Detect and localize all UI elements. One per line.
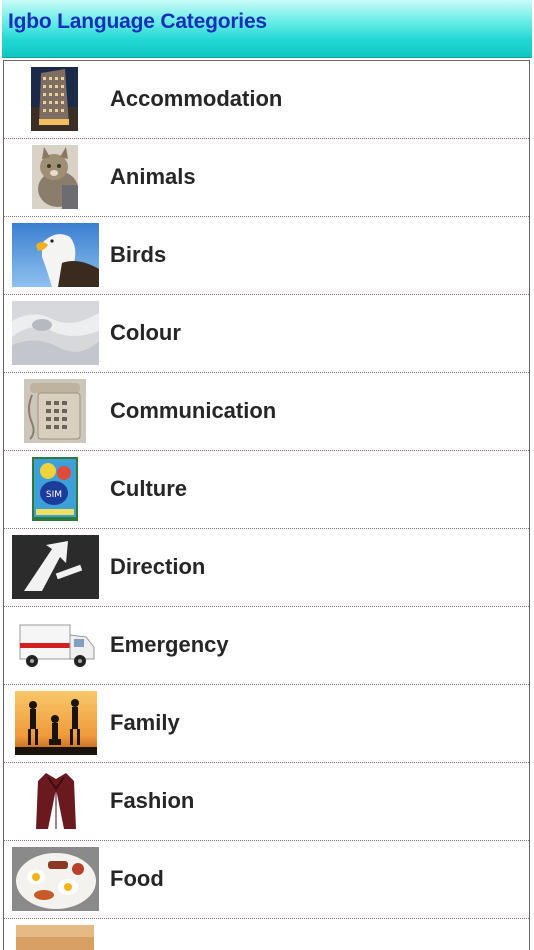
category-row-accommodation[interactable]: Accommodation bbox=[4, 61, 529, 139]
app-header: Igbo Language Categories bbox=[2, 0, 532, 58]
category-row-animals[interactable]: Animals bbox=[4, 139, 529, 217]
category-row-fashion[interactable]: Fashion bbox=[4, 763, 529, 841]
page-title: Igbo Language Categories bbox=[8, 10, 267, 33]
category-row-direction[interactable]: Direction bbox=[4, 529, 529, 607]
category-label: Colour bbox=[110, 320, 181, 345]
category-row-family[interactable]: Family bbox=[4, 685, 529, 763]
eagle-photo-icon bbox=[12, 223, 99, 287]
category-label: Emergency bbox=[110, 632, 229, 657]
category-row-emergency[interactable]: Emergency bbox=[4, 607, 529, 685]
category-row-communication[interactable]: Communication bbox=[4, 373, 529, 451]
category-label: Communication bbox=[110, 398, 277, 423]
breakfast-plate-photo-icon bbox=[12, 847, 99, 911]
svg-text:SIM: SIM bbox=[46, 490, 62, 500]
category-label: Food bbox=[110, 866, 164, 891]
category-label: Direction bbox=[110, 554, 206, 579]
category-row-colour[interactable]: Colour bbox=[4, 295, 529, 373]
category-row-partial[interactable] bbox=[4, 919, 529, 950]
ambulance-photo-icon bbox=[16, 613, 98, 677]
category-row-birds[interactable]: Birds bbox=[4, 217, 529, 295]
book-cover-photo-icon: SIM bbox=[32, 457, 78, 521]
category-label: Fashion bbox=[110, 788, 195, 813]
category-label: Family bbox=[110, 710, 180, 735]
category-label: Culture bbox=[110, 476, 187, 501]
family-silhouette-photo-icon bbox=[15, 691, 97, 755]
category-label: Accommodation bbox=[110, 86, 283, 111]
building-photo-icon bbox=[31, 67, 78, 131]
partial-photo-icon bbox=[16, 925, 94, 950]
cat-photo-icon bbox=[32, 145, 78, 209]
category-list[interactable]: Accommodation Animals Birds Colour Commu… bbox=[3, 60, 530, 950]
leather-jacket-photo-icon bbox=[34, 769, 78, 833]
category-row-food[interactable]: Food bbox=[4, 841, 529, 919]
category-label: Animals bbox=[110, 164, 196, 189]
telephone-photo-icon bbox=[24, 379, 86, 443]
white-fabric-photo-icon bbox=[12, 301, 99, 365]
category-label: Birds bbox=[110, 242, 167, 267]
road-arrow-photo-icon bbox=[12, 535, 99, 599]
category-row-culture[interactable]: SIM Culture bbox=[4, 451, 529, 529]
